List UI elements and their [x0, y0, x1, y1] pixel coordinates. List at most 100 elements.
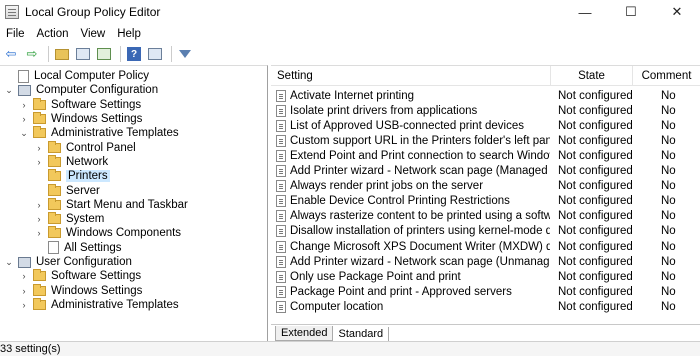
setting-cell: Activate Internet printing: [290, 89, 415, 102]
comment-cell: No: [661, 210, 676, 223]
tree-item[interactable]: › Start Menu and Taskbar: [34, 197, 188, 212]
state-cell: Not configured: [558, 285, 633, 298]
expand-chevron-icon[interactable]: ⌄: [4, 257, 14, 268]
table-row[interactable]: Always render print jobs on the server No…: [271, 179, 700, 194]
tree-item[interactable]: Server: [34, 183, 100, 197]
export-list-icon[interactable]: [95, 45, 113, 63]
tree-item[interactable]: Printers: [34, 169, 110, 183]
table-row[interactable]: List of Approved USB-connected print dev…: [271, 118, 700, 133]
tree-item[interactable]: › Administrative Templates: [19, 297, 179, 312]
table-row[interactable]: Activate Internet printing Not configured…: [271, 88, 700, 103]
tab-extended[interactable]: Extended: [275, 326, 334, 341]
properties-icon[interactable]: [146, 45, 164, 63]
comment-cell: No: [661, 285, 676, 298]
collapse-chevron-icon[interactable]: ›: [34, 143, 44, 153]
collapse-chevron-icon[interactable]: ›: [34, 228, 44, 238]
collapse-chevron-icon[interactable]: ›: [34, 157, 44, 167]
collapse-chevron-icon[interactable]: ›: [19, 271, 29, 281]
folder-icon: [48, 154, 61, 167]
tree-item[interactable]: › System: [34, 212, 104, 226]
help-icon[interactable]: ?: [125, 45, 143, 63]
setting-cell: Only use Package Point and print: [290, 270, 461, 283]
tab-standard[interactable]: Standard: [332, 327, 390, 341]
table-row[interactable]: Extend Point and Print connection to sea…: [271, 148, 700, 163]
state-cell: Not configured: [558, 180, 633, 193]
back-icon[interactable]: ⇦: [2, 45, 20, 63]
expand-chevron-icon[interactable]: ⌄: [4, 85, 14, 96]
folder-icon: [33, 283, 46, 296]
maximize-button[interactable]: ☐: [608, 0, 654, 24]
folder-icon: [33, 97, 46, 110]
table-row[interactable]: Only use Package Point and print Not conf…: [271, 269, 700, 284]
tree-item-label: Windows Settings: [51, 113, 143, 126]
setting-cell: Custom support URL in the Printers folde…: [290, 134, 550, 147]
tree-item[interactable]: › Software Settings: [19, 269, 141, 283]
state-cell: Not configured: [558, 119, 633, 132]
tree-item[interactable]: ⌄ Computer Configuration: [4, 83, 158, 97]
filter-icon[interactable]: [176, 45, 194, 63]
table-row[interactable]: Add Printer wizard - Network scan page (…: [271, 254, 700, 269]
tree-item[interactable]: › Software Settings: [19, 97, 142, 112]
forward-icon[interactable]: ⇨: [23, 45, 41, 63]
tree-item[interactable]: Local Computer Policy: [4, 69, 149, 83]
expand-chevron-icon[interactable]: ⌄: [19, 128, 29, 139]
folder-icon: [48, 212, 61, 225]
tree-item-label: Software Settings: [51, 98, 142, 111]
comment-cell: No: [661, 300, 676, 313]
table-row[interactable]: Package Point and print - Approved serve…: [271, 284, 700, 299]
tree-item-label: Local Computer Policy: [34, 70, 150, 83]
policy-icon: [18, 69, 29, 83]
tree-item-label: Printers: [66, 170, 110, 183]
setting-icon: [276, 255, 286, 268]
tree-item[interactable]: › Control Panel: [34, 140, 136, 155]
menu-help[interactable]: Help: [111, 28, 147, 40]
collapse-chevron-icon[interactable]: ›: [34, 214, 44, 224]
show-hide-tree-icon[interactable]: [74, 45, 92, 63]
setting-cell: Add Printer wizard - Network scan page (…: [290, 165, 550, 177]
state-cell: Not configured: [558, 134, 633, 147]
tree-item[interactable]: › Windows Components: [34, 226, 181, 240]
menu-view[interactable]: View: [75, 28, 112, 40]
collapse-chevron-icon[interactable]: ›: [34, 200, 44, 210]
menu-action[interactable]: Action: [31, 28, 75, 40]
tree-item[interactable]: › Windows Settings: [19, 283, 142, 298]
tree-item-label: Server: [66, 184, 100, 197]
tree-item-label: System: [66, 213, 105, 226]
column-header-state[interactable]: State: [551, 66, 633, 86]
setting-icon: [276, 149, 286, 162]
setting-cell: Disallow installation of printers using …: [290, 225, 550, 238]
collapse-chevron-icon[interactable]: ›: [19, 286, 29, 296]
comment-cell: No: [661, 270, 676, 283]
table-row[interactable]: Disallow installation of printers using …: [271, 224, 700, 239]
table-row[interactable]: Always rasterize content to be printed u…: [271, 209, 700, 224]
collapse-chevron-icon[interactable]: ›: [19, 300, 29, 310]
menu-file[interactable]: File: [0, 28, 31, 40]
comment-cell: No: [661, 89, 676, 102]
tree-item[interactable]: All Settings: [34, 241, 122, 255]
close-button[interactable]: ✕: [654, 0, 700, 24]
comment-cell: No: [661, 195, 676, 208]
column-header-comment[interactable]: Comment: [633, 66, 700, 86]
tree-item[interactable]: › Windows Settings: [19, 112, 142, 126]
tree-item-label: Administrative Templates: [51, 127, 179, 140]
table-row[interactable]: Enable Device Control Printing Restricti…: [271, 194, 700, 209]
tree-item[interactable]: › Network: [34, 154, 109, 169]
collapse-chevron-icon[interactable]: ›: [19, 114, 29, 124]
tree-item-label: All Settings: [64, 241, 122, 254]
setting-cell: Package Point and print - Approved serve…: [290, 285, 512, 298]
up-folder-icon[interactable]: [53, 45, 71, 63]
column-header-setting[interactable]: Setting: [271, 66, 551, 86]
table-row[interactable]: Change Microsoft XPS Document Writer (MX…: [271, 239, 700, 254]
table-row[interactable]: Custom support URL in the Printers folde…: [271, 133, 700, 148]
tree-item[interactable]: ⌄ Administrative Templates: [19, 126, 179, 140]
table-row[interactable]: Computer location Not configured No: [271, 299, 700, 314]
comment-cell: No: [661, 255, 676, 268]
collapse-chevron-icon[interactable]: ›: [19, 100, 29, 110]
table-row[interactable]: Add Printer wizard - Network scan page (…: [271, 164, 700, 179]
table-row[interactable]: Isolate print drivers from applications N…: [271, 103, 700, 118]
comment-cell: No: [661, 134, 676, 147]
tree-item[interactable]: ⌄ User Configuration: [4, 255, 132, 269]
tree-item-label: Network: [66, 155, 109, 168]
minimize-button[interactable]: —: [562, 0, 608, 24]
folder-icon: [33, 297, 46, 310]
